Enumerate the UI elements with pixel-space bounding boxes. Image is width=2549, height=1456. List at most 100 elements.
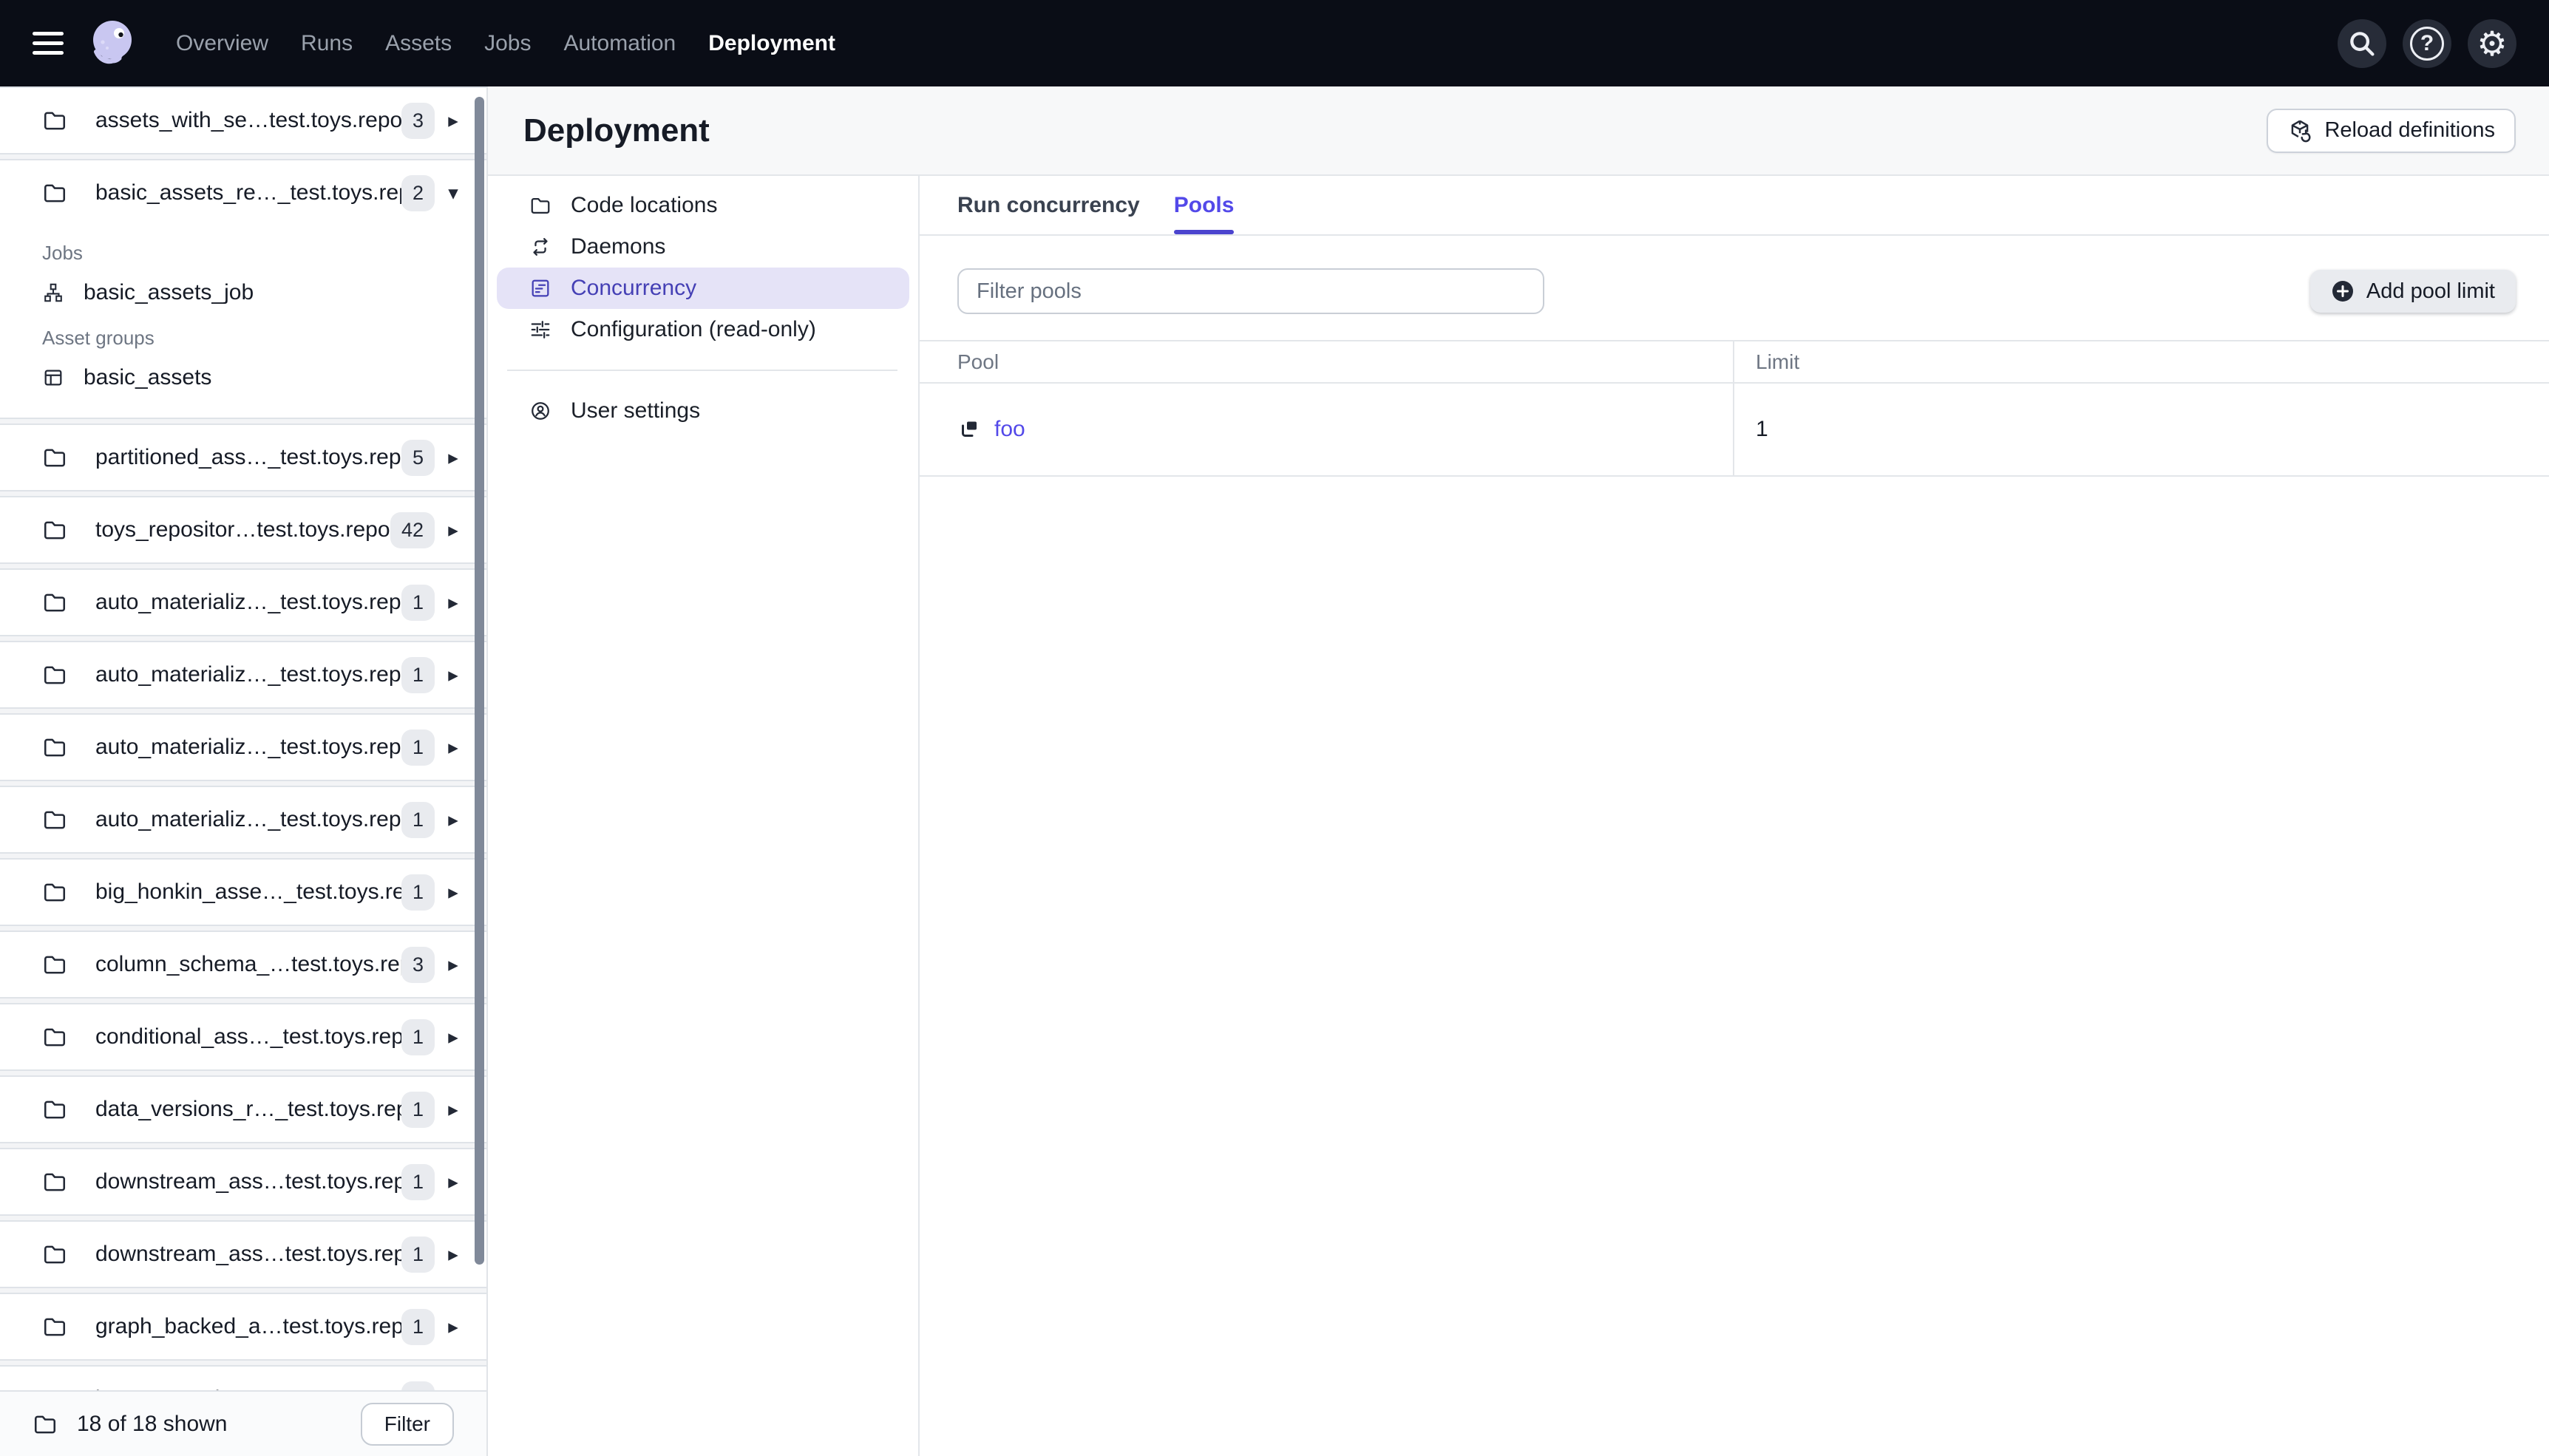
search-button[interactable]: [2338, 18, 2386, 68]
repo-row[interactable]: partitioned_ass…_test.toys.rep 5: [0, 425, 486, 490]
repo-card: auto_materializ…_test.toys.repo 1: [0, 786, 486, 854]
nav-overview[interactable]: Overview: [176, 31, 268, 56]
sidebar-item-job[interactable]: basic_assets_job: [0, 275, 486, 310]
caret-icon[interactable]: [435, 736, 472, 759]
repo-card: big_honkin_asse…_test.toys.rep 1: [0, 858, 486, 926]
sliders-icon: [529, 319, 551, 341]
repo-row[interactable]: long_asset_keys_…test.toys.rep 1: [0, 1367, 486, 1390]
repo-name: basic_assets_re…_test.toys.rep: [95, 180, 401, 205]
plus-circle-icon: [2331, 279, 2355, 303]
repo-expanded-content: Jobs basic_assets_job Asset groups basic_as…: [0, 242, 486, 418]
caret-icon[interactable]: [435, 1098, 472, 1121]
repo-row[interactable]: data_versions_r…_test.toys.rep 1: [0, 1077, 486, 1142]
caret-icon[interactable]: [435, 519, 472, 542]
tab-run-concurrency[interactable]: Run concurrency: [957, 176, 1140, 234]
nav-automation[interactable]: Automation: [563, 31, 676, 56]
caret-icon[interactable]: [435, 1026, 472, 1049]
sidebar-item-asset-group[interactable]: basic_assets: [0, 360, 486, 395]
settings-button[interactable]: ⚙: [2468, 18, 2516, 68]
tab-pools[interactable]: Pools: [1173, 176, 1234, 234]
caret-icon[interactable]: [435, 1243, 472, 1266]
nav-deployment[interactable]: Deployment: [708, 31, 835, 56]
nav-runs[interactable]: Runs: [301, 31, 353, 56]
help-button[interactable]: ?: [2403, 18, 2451, 68]
nav-assets[interactable]: Assets: [385, 31, 452, 56]
folder-icon: [42, 1097, 67, 1122]
top-nav: Overview Runs Assets Jobs Automation Dep…: [176, 31, 835, 56]
pool-link-foo[interactable]: foo: [994, 417, 1025, 442]
repo-row[interactable]: basic_assets_re…_test.toys.rep 2: [0, 160, 486, 225]
dagster-logo-icon[interactable]: [87, 18, 139, 69]
caret-icon[interactable]: [435, 809, 472, 831]
folder-icon: [42, 1242, 67, 1267]
reload-definitions-button[interactable]: Reload definitions: [2267, 108, 2516, 153]
caret-icon[interactable]: [435, 664, 472, 687]
count-badge: 1: [401, 801, 435, 838]
search-icon: [2345, 27, 2379, 61]
folder-icon: [42, 108, 67, 133]
repo-row[interactable]: conditional_ass…_test.toys.repo 1: [0, 1004, 486, 1069]
count-badge: 1: [401, 1236, 435, 1273]
repo-row[interactable]: column_schema_…test.toys.rep 3: [0, 932, 486, 997]
secnav-label: Configuration (read-only): [571, 317, 816, 341]
count-badge: 3: [401, 102, 435, 139]
repo-row[interactable]: auto_materializ…_test.toys.repo 1: [0, 715, 486, 780]
repo-row[interactable]: auto_materializ…_test.toys.repo 1: [0, 570, 486, 635]
reload-cube-icon: [2287, 118, 2312, 143]
caret-icon[interactable]: [435, 182, 472, 205]
secnav-concurrency[interactable]: Concurrency: [497, 268, 909, 309]
repo-name: column_schema_…test.toys.rep: [95, 952, 401, 976]
sidebar-scrollbar[interactable]: [475, 97, 484, 1265]
gear-icon: ⚙: [2477, 24, 2508, 63]
count-badge: 3: [401, 946, 435, 983]
folder-icon: [529, 194, 551, 217]
caret-icon[interactable]: [435, 881, 472, 904]
topbar-actions: ? ⚙: [2338, 18, 2516, 68]
concurrency-panel: Run concurrency Pools Add pool limit Poo…: [920, 176, 2549, 1456]
caret-icon[interactable]: [435, 109, 472, 132]
count-badge: 5: [401, 439, 435, 476]
secnav-code-locations[interactable]: Code locations: [497, 185, 909, 226]
repo-row[interactable]: assets_with_se…test.toys.repo 3: [0, 88, 486, 153]
add-pool-limit-button[interactable]: Add pool limit: [2309, 270, 2516, 313]
user-icon: [529, 400, 551, 422]
asset-sidebar: assets_with_se…test.toys.repo 3 basic_as…: [0, 86, 488, 1456]
secnav-configuration[interactable]: Configuration (read-only): [497, 309, 909, 350]
count-badge: 1: [401, 874, 435, 911]
folder-icon: [42, 1314, 67, 1339]
repo-card: downstream_ass…test.toys.rep 1: [0, 1220, 486, 1288]
sidebar-section-label: Jobs: [42, 242, 83, 264]
repo-name: partitioned_ass…_test.toys.rep: [95, 445, 401, 469]
repo-name: conditional_ass…_test.toys.repo: [95, 1024, 401, 1049]
caret-icon[interactable]: [435, 1316, 472, 1338]
hamburger-menu-icon[interactable]: [33, 32, 64, 55]
repo-row[interactable]: downstream_ass…test.toys.rep 1: [0, 1222, 486, 1287]
count-badge: 1: [401, 656, 435, 693]
caret-icon[interactable]: [435, 446, 472, 469]
repo-row[interactable]: big_honkin_asse…_test.toys.rep 1: [0, 860, 486, 925]
column-header-limit: Limit: [1756, 350, 1800, 373]
repo-card: downstream_ass…test.toys.rep 1: [0, 1148, 486, 1216]
pool-stack-icon: [957, 418, 981, 441]
caret-icon[interactable]: [435, 953, 472, 976]
folder-icon: [42, 590, 67, 615]
repo-name: graph_backed_a…test.toys.repo: [95, 1314, 401, 1338]
repo-name: toys_repositor…test.toys.repo: [95, 517, 390, 542]
filter-pools-input[interactable]: [957, 268, 1544, 314]
repo-row[interactable]: auto_materializ…_test.toys.repo 1: [0, 642, 486, 707]
count-badge: 1: [401, 1308, 435, 1345]
folder-icon: [42, 880, 67, 905]
caret-icon[interactable]: [435, 591, 472, 614]
repo-row[interactable]: downstream_ass…test.toys.rep 1: [0, 1149, 486, 1214]
sidebar-item-label: basic_assets_job: [84, 280, 254, 305]
count-badge: 42: [390, 511, 435, 548]
repo-row[interactable]: graph_backed_a…test.toys.repo 1: [0, 1294, 486, 1359]
repo-row[interactable]: auto_materializ…_test.toys.repo 1: [0, 787, 486, 852]
filter-button[interactable]: Filter: [360, 1402, 454, 1446]
repo-row[interactable]: toys_repositor…test.toys.repo 42: [0, 497, 486, 562]
nav-jobs[interactable]: Jobs: [484, 31, 531, 56]
caret-icon[interactable]: [435, 1171, 472, 1194]
main-content: Deployment Reload definitions Code locat…: [488, 86, 2549, 1456]
secnav-daemons[interactable]: Daemons: [497, 226, 909, 268]
secnav-user-settings[interactable]: User settings: [497, 390, 909, 432]
